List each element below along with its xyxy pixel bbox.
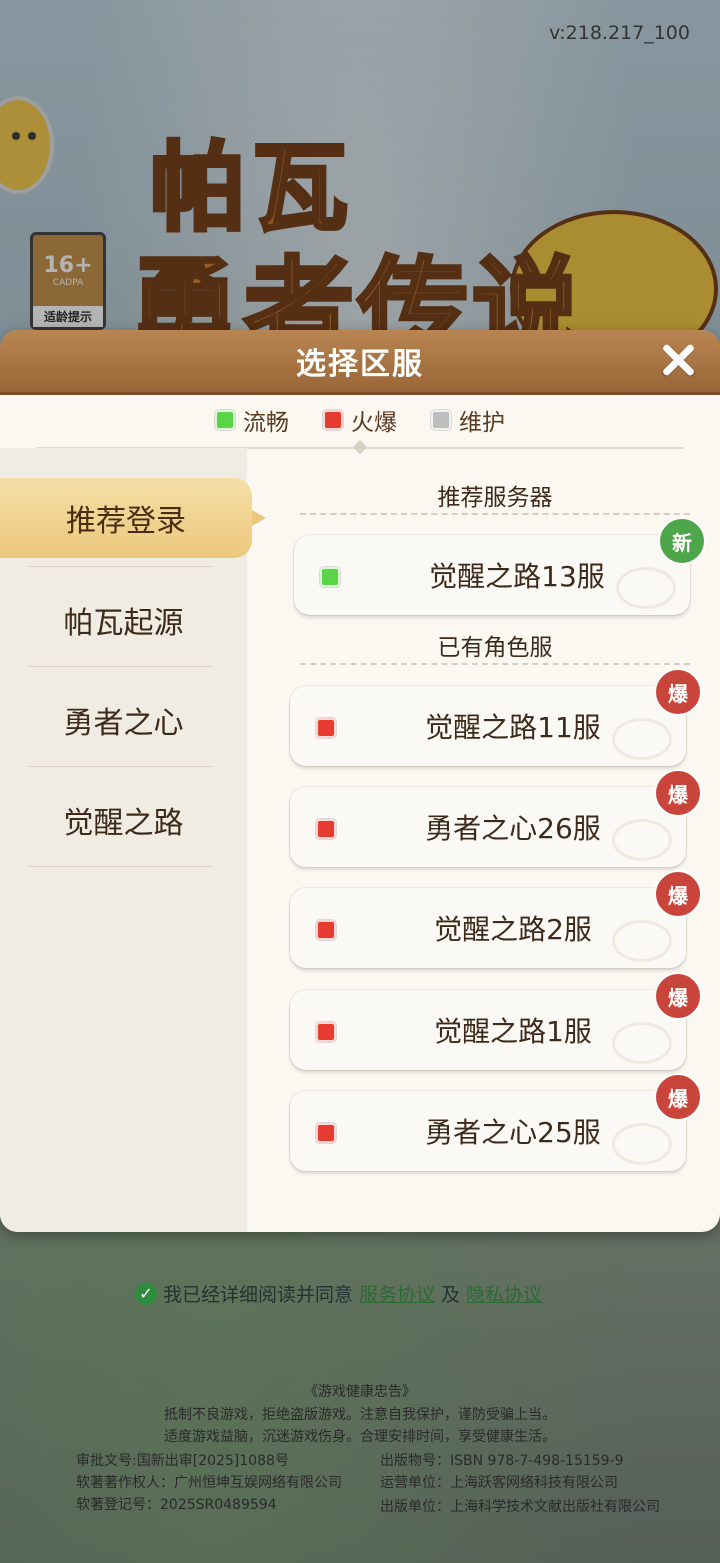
green-status-icon bbox=[320, 567, 340, 587]
approval-number: 审批文号:国新出审[2025]1088号 bbox=[76, 1453, 289, 1469]
legend-maintenance: 维护 bbox=[431, 403, 505, 437]
sidebar-item-hero-heart[interactable]: 勇者之心 bbox=[0, 680, 247, 760]
legend-hot: 火爆 bbox=[323, 403, 397, 437]
server-item[interactable]: 勇者之心26服 爆 bbox=[290, 769, 702, 867]
sidebar-item-pawa-origin[interactable]: 帕瓦起源 bbox=[0, 580, 247, 660]
sidebar-item-awakening-road[interactable]: 觉醒之路 bbox=[0, 780, 247, 860]
publisher: 出版单位：上海科学技术文献出版社有限公司 bbox=[380, 1499, 660, 1515]
server-item[interactable]: 觉醒之路13服 新 bbox=[294, 517, 706, 615]
hot-badge-icon: 爆 bbox=[654, 870, 702, 918]
server-select-dialog: 选择区服 流畅 火爆 维护 推荐登录 帕瓦起源 勇者之心 觉醒之路 推荐服务器 … bbox=[0, 330, 720, 1232]
service-agreement-link[interactable]: 服务协议 bbox=[359, 1280, 435, 1307]
red-status-icon bbox=[316, 718, 336, 738]
decorative-swirl-icon bbox=[616, 567, 676, 609]
status-legend: 流畅 火爆 维护 bbox=[0, 395, 720, 445]
hot-badge-icon: 爆 bbox=[654, 668, 702, 716]
isbn-number: 出版物号：ISBN 978-7-498-15159-9 bbox=[380, 1453, 624, 1469]
health-notice-title: 《游戏健康忠告》 bbox=[304, 1384, 416, 1400]
section-divider bbox=[300, 663, 690, 665]
copyright-owner: 软著著作权人：广州恒坤互娱网络有限公司 bbox=[76, 1475, 342, 1491]
sidebar-divider bbox=[28, 666, 214, 667]
dialog-header: 选择区服 bbox=[0, 330, 720, 395]
hot-badge-icon: 爆 bbox=[654, 972, 702, 1020]
red-status-icon bbox=[316, 1123, 336, 1143]
decorative-swirl-icon bbox=[612, 1123, 672, 1165]
server-item[interactable]: 觉醒之路11服 爆 bbox=[290, 668, 702, 766]
operator: 运营单位：上海跃客网络科技有限公司 bbox=[380, 1475, 618, 1491]
legend-label: 流畅 bbox=[243, 410, 289, 436]
section-title-existing: 已有角色服 bbox=[437, 635, 553, 661]
red-status-icon bbox=[316, 920, 336, 940]
legend-smooth: 流畅 bbox=[215, 403, 289, 437]
red-status-icon bbox=[316, 819, 336, 839]
privacy-agreement-link[interactable]: 隐私协议 bbox=[466, 1280, 542, 1307]
decorative-swirl-icon bbox=[612, 718, 672, 760]
new-badge-icon: 新 bbox=[658, 517, 706, 565]
sidebar-divider bbox=[28, 766, 214, 767]
health-notice-line2: 适度游戏益脑，沉迷游戏伤身。合理安排时间，享受健康生活。 bbox=[164, 1429, 556, 1445]
health-notice-line1: 抵制不良游戏，拒绝盗版游戏。注意自我保护，谨防受骗上当。 bbox=[164, 1407, 556, 1423]
green-status-icon bbox=[215, 410, 235, 430]
hot-badge-icon: 爆 bbox=[654, 1073, 702, 1121]
server-item[interactable]: 觉醒之路1服 爆 bbox=[290, 972, 702, 1070]
decorative-swirl-icon bbox=[612, 1022, 672, 1064]
decorative-swirl-icon bbox=[612, 819, 672, 861]
sidebar-item-recommended[interactable]: 推荐登录 bbox=[0, 478, 266, 558]
legend-label: 火爆 bbox=[351, 410, 397, 436]
decorative-swirl-icon bbox=[612, 920, 672, 962]
region-sidebar: 推荐登录 帕瓦起源 勇者之心 觉醒之路 bbox=[0, 448, 266, 1232]
close-icon[interactable] bbox=[658, 340, 698, 380]
server-item[interactable]: 勇者之心25服 爆 bbox=[290, 1073, 702, 1171]
agreement-row: ✓ 我已经详细阅读并同意 服务协议 及 隐私协议 bbox=[135, 1280, 542, 1307]
checkmark-icon[interactable]: ✓ bbox=[135, 1282, 157, 1305]
sidebar-divider bbox=[28, 866, 214, 867]
red-status-icon bbox=[316, 1022, 336, 1042]
dialog-title: 选择区服 bbox=[296, 347, 424, 382]
red-status-icon bbox=[323, 410, 343, 430]
agreement-and: 及 bbox=[441, 1284, 461, 1306]
hot-badge-icon: 爆 bbox=[654, 769, 702, 817]
legend-label: 维护 bbox=[459, 410, 505, 436]
sidebar-divider bbox=[28, 566, 214, 567]
gray-status-icon bbox=[431, 410, 451, 430]
section-title-recommended: 推荐服务器 bbox=[437, 485, 553, 511]
server-item[interactable]: 觉醒之路2服 爆 bbox=[290, 870, 702, 968]
software-registration: 软著登记号：2025SR0489594 bbox=[76, 1497, 277, 1513]
section-divider bbox=[300, 513, 690, 515]
agreement-text: 我已经详细阅读并同意 bbox=[163, 1284, 354, 1306]
